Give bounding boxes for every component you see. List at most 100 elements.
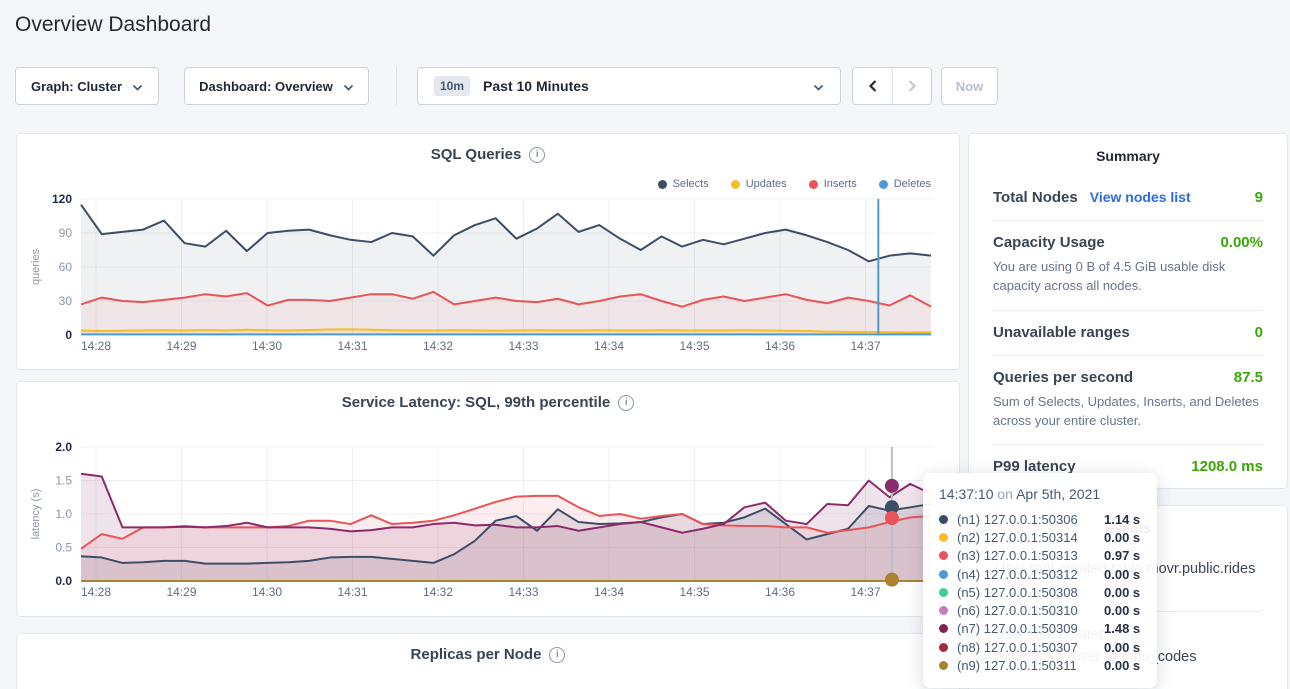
svg-text:queries: queries bbox=[30, 248, 42, 285]
summary-body: Total Nodes View nodes list 9 Capacity Usag… bbox=[969, 164, 1287, 489]
tooltip-node-value: 0.00 s bbox=[1104, 640, 1140, 655]
summary-row-label: Queries per second bbox=[993, 369, 1133, 386]
sql-queries-chart[interactable]: 14:28 14:29 14:30 14:31 14:32 14:33 14:34 14:35… bbox=[17, 134, 961, 369]
time-range-badge: 10m bbox=[434, 76, 470, 96]
tooltip-node-row: (n5) 127.0.0.1:503080.00 s bbox=[939, 583, 1141, 601]
summary-row-description: You are using 0 B of 4.5 GiB usable disk… bbox=[993, 258, 1263, 296]
svg-text:14:33: 14:33 bbox=[508, 585, 538, 599]
dashboard-dropdown[interactable]: Dashboard: Overview bbox=[184, 67, 369, 105]
svg-text:14:31: 14:31 bbox=[337, 339, 367, 353]
chevron-down-icon bbox=[132, 79, 143, 94]
time-forward-button[interactable] bbox=[892, 68, 931, 104]
svg-text:14:35: 14:35 bbox=[679, 339, 709, 353]
tooltip-node-value: 0.00 s bbox=[1104, 603, 1140, 618]
summary-row: Queries per second 87.5 Sum of Selects, Up… bbox=[993, 356, 1263, 446]
tooltip-node-row: (n2) 127.0.0.1:503140.00 s bbox=[939, 528, 1141, 546]
tooltip-node-value: 1.14 s bbox=[1104, 512, 1140, 527]
summary-row-label: Capacity Usage bbox=[993, 234, 1105, 251]
node-series-dot-icon bbox=[939, 515, 948, 524]
svg-text:14:29: 14:29 bbox=[166, 585, 196, 599]
svg-text:14:32: 14:32 bbox=[423, 585, 453, 599]
svg-text:14:30: 14:30 bbox=[252, 585, 282, 599]
toolbar: Graph: Cluster Dashboard: Overview 10m P… bbox=[15, 67, 998, 105]
tooltip-node-label: (n8) 127.0.0.1:50307 bbox=[957, 640, 1104, 655]
svg-text:0.5: 0.5 bbox=[55, 541, 72, 555]
node-series-dot-icon bbox=[939, 551, 948, 560]
summary-row-label: Unavailable ranges bbox=[993, 324, 1130, 341]
tooltip-node-label: (n1) 127.0.0.1:50306 bbox=[957, 512, 1104, 527]
summary-row-value: 0.00% bbox=[1220, 234, 1263, 251]
summary-row-value: 1208.0 ms bbox=[1191, 458, 1263, 475]
tooltip-node-value: 1.48 s bbox=[1104, 621, 1140, 636]
node-series-dot-icon bbox=[939, 570, 948, 579]
graph-dropdown[interactable]: Graph: Cluster bbox=[15, 67, 159, 105]
tooltip-node-label: (n9) 127.0.0.1:50311 bbox=[957, 658, 1104, 673]
svg-text:14:31: 14:31 bbox=[337, 585, 367, 599]
tooltip-node-label: (n6) 127.0.0.1:50310 bbox=[957, 603, 1104, 618]
svg-text:2.0: 2.0 bbox=[55, 440, 72, 454]
tooltip-node-label: (n7) 127.0.0.1:50309 bbox=[957, 621, 1104, 636]
svg-text:14:35: 14:35 bbox=[679, 585, 709, 599]
tooltip-node-row: (n8) 127.0.0.1:503070.00 s bbox=[939, 638, 1141, 656]
svg-text:0: 0 bbox=[65, 328, 72, 342]
svg-text:14:34: 14:34 bbox=[594, 339, 624, 353]
time-range-picker[interactable]: 10m Past 10 Minutes bbox=[417, 67, 841, 105]
node-series-dot-icon bbox=[939, 624, 948, 633]
svg-text:90: 90 bbox=[59, 226, 73, 240]
summary-row: Unavailable ranges 0 bbox=[993, 311, 1263, 356]
tooltip-node-label: (n4) 127.0.0.1:50312 bbox=[957, 567, 1104, 582]
summary-row-value: 9 bbox=[1255, 189, 1263, 206]
svg-text:1.5: 1.5 bbox=[55, 474, 72, 488]
tooltip-node-value: 0.00 s bbox=[1104, 585, 1140, 600]
summary-panel: Summary Total Nodes View nodes list 9 Capac… bbox=[968, 133, 1288, 489]
svg-text:14:28: 14:28 bbox=[81, 339, 111, 353]
svg-text:14:29: 14:29 bbox=[166, 339, 196, 353]
svg-text:14:36: 14:36 bbox=[765, 585, 795, 599]
svg-text:latency (s): latency (s) bbox=[30, 489, 42, 540]
chevron-down-icon bbox=[813, 79, 824, 94]
summary-row-value: 87.5 bbox=[1234, 369, 1263, 386]
node-series-dot-icon bbox=[939, 533, 948, 542]
summary-row-label: Total Nodes bbox=[993, 189, 1078, 206]
svg-text:14:37: 14:37 bbox=[850, 339, 880, 353]
tooltip-rows: (n1) 127.0.0.1:503061.14 s(n2) 127.0.0.1… bbox=[939, 510, 1141, 675]
tooltip-node-row: (n1) 127.0.0.1:503061.14 s bbox=[939, 510, 1141, 528]
svg-text:1.0: 1.0 bbox=[55, 507, 72, 521]
svg-text:0.0: 0.0 bbox=[55, 574, 72, 588]
toolbar-divider bbox=[396, 67, 397, 105]
view-nodes-list-link[interactable]: View nodes list bbox=[1090, 189, 1191, 205]
svg-text:14:37: 14:37 bbox=[850, 585, 880, 599]
now-button[interactable]: Now bbox=[941, 67, 998, 105]
info-icon[interactable]: i bbox=[549, 647, 565, 663]
svg-text:14:32: 14:32 bbox=[423, 339, 453, 353]
node-series-dot-icon bbox=[939, 588, 948, 597]
summary-row-value: 0 bbox=[1255, 324, 1263, 341]
tooltip-node-label: (n3) 127.0.0.1:50313 bbox=[957, 548, 1104, 563]
svg-text:14:34: 14:34 bbox=[594, 585, 624, 599]
tooltip-node-row: (n4) 127.0.0.1:503120.00 s bbox=[939, 565, 1141, 583]
overview-dashboard-page: Overview Dashboard Graph: Cluster Dashbo… bbox=[0, 0, 1290, 689]
tooltip-node-row: (n6) 127.0.0.1:503100.00 s bbox=[939, 601, 1141, 619]
summary-row-description: Sum of Selects, Updates, Inserts, and De… bbox=[993, 393, 1263, 431]
svg-text:120: 120 bbox=[52, 192, 72, 206]
tooltip-node-row: (n9) 127.0.0.1:503110.00 s bbox=[939, 656, 1141, 674]
time-range-label: Past 10 Minutes bbox=[483, 78, 589, 94]
summary-row: Capacity Usage 0.00% You are using 0 B of … bbox=[993, 221, 1263, 311]
node-series-dot-icon bbox=[939, 606, 948, 615]
tooltip-node-value: 0.00 s bbox=[1104, 530, 1140, 545]
svg-text:60: 60 bbox=[59, 260, 73, 274]
page-title: Overview Dashboard bbox=[15, 13, 211, 37]
chevron-down-icon bbox=[343, 79, 354, 94]
svg-text:14:30: 14:30 bbox=[252, 339, 282, 353]
summary-title: Summary bbox=[969, 134, 1287, 164]
tooltip-timestamp: 14:37:10 on Apr 5th, 2021 bbox=[939, 486, 1141, 502]
svg-text:14:33: 14:33 bbox=[508, 339, 538, 353]
time-back-button[interactable] bbox=[853, 68, 892, 104]
service-latency-card: Service Latency: SQL, 99th percentile i … bbox=[16, 381, 960, 617]
chart-hover-tooltip: 14:37:10 on Apr 5th, 2021 (n1) 127.0.0.1… bbox=[923, 473, 1157, 688]
service-latency-chart[interactable]: 14:2814:2914:3014:3114:3214:3314:3414:35… bbox=[17, 382, 961, 616]
node-series-dot-icon bbox=[939, 643, 948, 652]
tooltip-node-label: (n2) 127.0.0.1:50314 bbox=[957, 530, 1104, 545]
dashboard-dropdown-label: Dashboard: Overview bbox=[199, 79, 333, 94]
tooltip-node-row: (n7) 127.0.0.1:503091.48 s bbox=[939, 620, 1141, 638]
